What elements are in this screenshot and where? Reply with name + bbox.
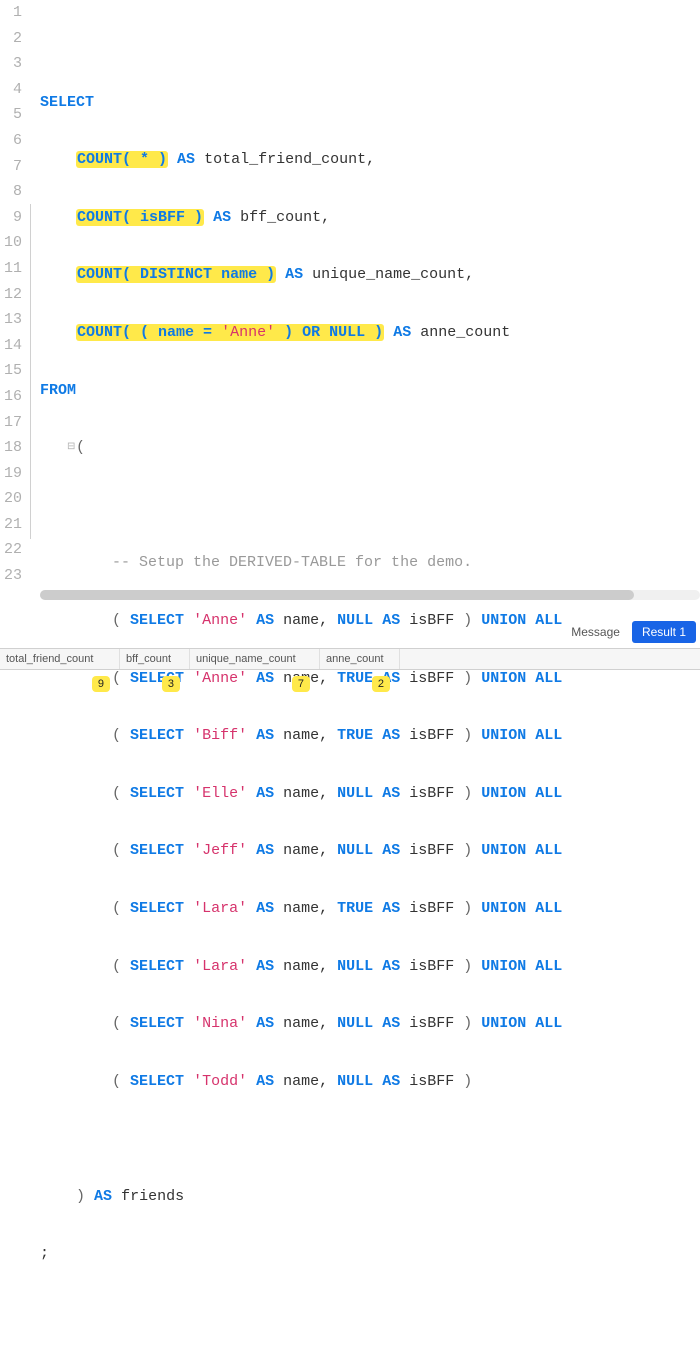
tab-message[interactable]: Message [561, 621, 630, 643]
col-anne-count[interactable]: anne_count [320, 649, 400, 669]
value-bff-count: 3 [162, 676, 180, 692]
keyword-select: SELECT [40, 94, 94, 111]
fold-icon[interactable]: ⊟ [67, 435, 75, 461]
value-unique-name-count: 7 [292, 676, 310, 692]
keyword-from: FROM [40, 382, 76, 399]
col-total-friend-count[interactable]: total_friend_count [0, 649, 120, 669]
value-anne-count: 2 [372, 676, 390, 692]
results-panel: total_friend_count bff_count unique_name… [0, 648, 700, 698]
results-row[interactable]: 9 3 7 2 [0, 670, 700, 698]
col-bff-count[interactable]: bff_count [120, 649, 190, 669]
comment: -- Setup the DERIVED-TABLE for the demo. [112, 554, 472, 571]
value-total-friend-count: 9 [92, 676, 110, 692]
scrollbar-thumb[interactable] [40, 590, 634, 600]
count-isbff: COUNT( isBFF ) [77, 209, 203, 226]
tab-result-1[interactable]: Result 1 [632, 621, 696, 643]
horizontal-scrollbar[interactable] [40, 590, 700, 600]
fold-guide [30, 204, 31, 539]
col-unique-name-count[interactable]: unique_name_count [190, 649, 320, 669]
result-tabs: Message Result 1 [0, 620, 700, 644]
results-header: total_friend_count bff_count unique_name… [0, 648, 700, 670]
count-star: COUNT( * ) [77, 151, 167, 168]
